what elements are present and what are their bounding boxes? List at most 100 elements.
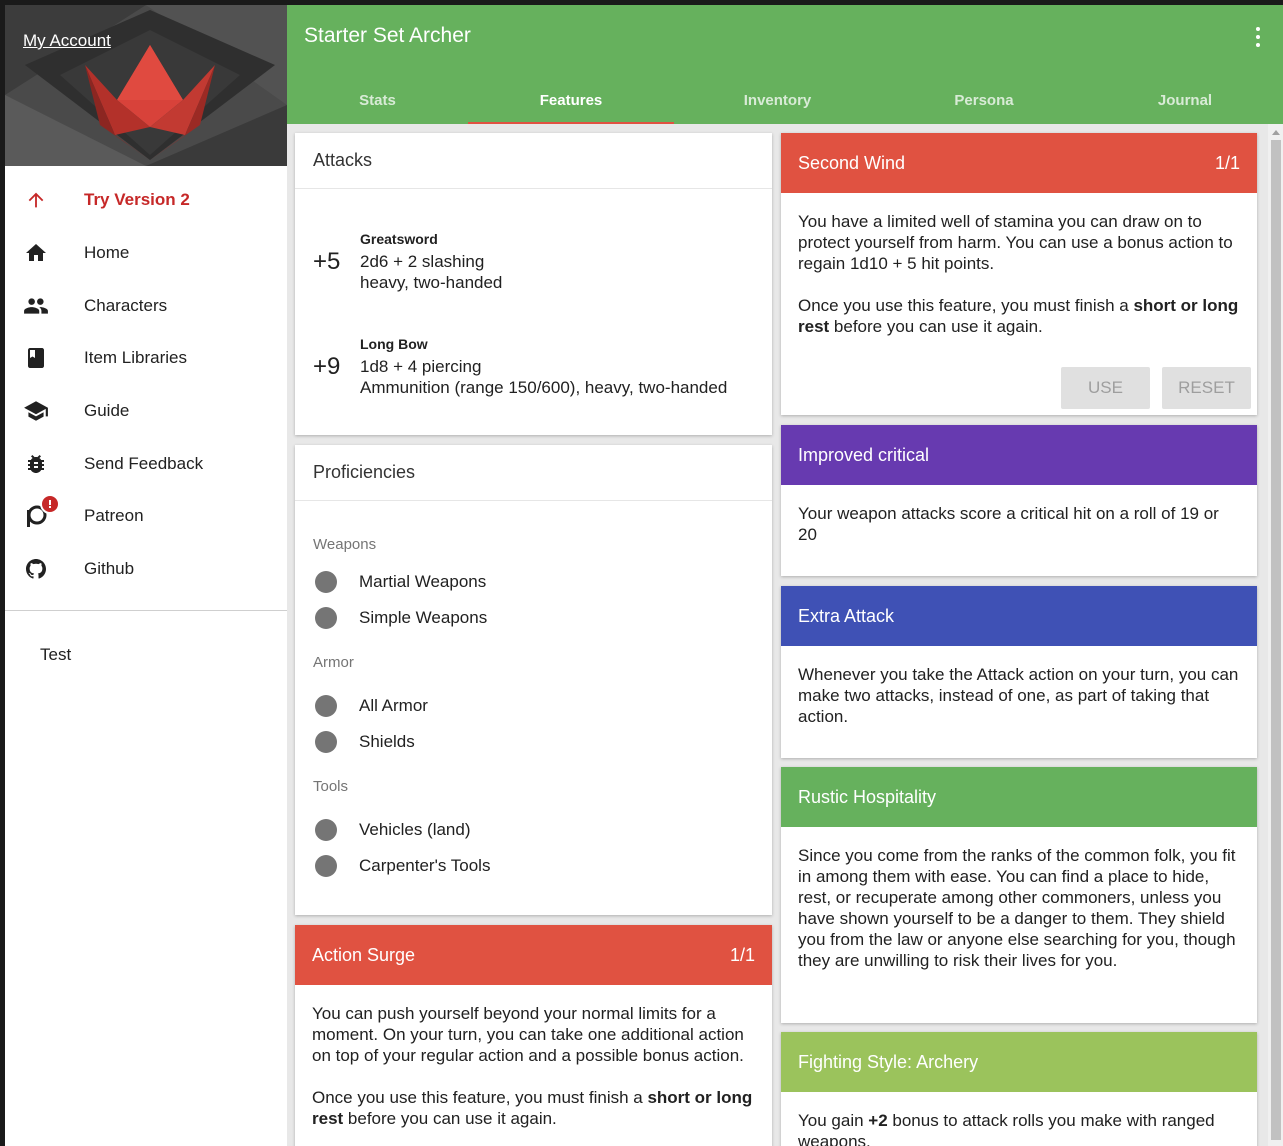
feature-uses: 1/1 (729, 944, 755, 965)
nav-item-github[interactable]: Github (5, 543, 287, 596)
scrollbar-thumb[interactable] (1271, 140, 1281, 1140)
prof-item: All Armor (295, 688, 772, 724)
my-account-link[interactable]: My Account (23, 31, 111, 51)
feature-body: Whenever you take the Attack action on y… (781, 646, 1257, 727)
feature-card-rustic-hospitality[interactable]: Rustic Hospitality Since you come from t… (781, 767, 1257, 1023)
tab-journal[interactable]: Journal (1087, 76, 1283, 124)
feature-title: Improved critical (798, 444, 930, 465)
feature-header: Improved critical (781, 425, 1257, 485)
feature-text: You can push yourself beyond your normal… (312, 1004, 744, 1065)
arrow-up-icon (22, 186, 50, 214)
prof-group-armor: Armor (313, 654, 354, 671)
attack-row-long-bow[interactable]: +9 Long Bow 1d8 + 4 piercing Ammunition … (295, 336, 727, 398)
nav-label: Github (84, 559, 135, 579)
sidebar-item-test[interactable]: Test (5, 611, 287, 665)
feature-uses: 1/1 (1214, 152, 1240, 173)
feature-card-action-surge[interactable]: Action Surge 1/1 You can push yourself b… (295, 925, 772, 1146)
feature-text-rest: Once you use this feature, you must fini… (798, 296, 1239, 336)
proficiency-dot-icon (315, 819, 337, 841)
feature-body: Since you come from the ranks of the com… (781, 827, 1257, 971)
feature-title: Fighting Style: Archery (798, 1051, 979, 1072)
notification-badge-icon (40, 494, 60, 515)
feature-title: Extra Attack (798, 605, 895, 626)
prof-group-tools: Tools (313, 778, 349, 795)
feature-text: Since you come from the ranks of the com… (798, 846, 1236, 970)
feature-actions: USE RESET (1061, 367, 1251, 409)
scrollbar[interactable] (1268, 124, 1283, 1146)
attack-row-greatsword[interactable]: +5 Greatsword 2d6 + 2 slashing heavy, tw… (295, 231, 502, 293)
feature-card-second-wind[interactable]: Second Wind 1/1 You have a limited well … (781, 133, 1257, 415)
attack-properties: heavy, two-handed (360, 273, 503, 292)
reset-button[interactable]: RESET (1162, 367, 1251, 409)
nav-item-guide[interactable]: Guide (5, 385, 287, 438)
use-button[interactable]: USE (1061, 367, 1150, 409)
nav-item-patreon[interactable]: Patreon (5, 490, 287, 543)
nav-label: Home (84, 243, 130, 263)
proficiencies-title: Proficiencies (295, 445, 772, 501)
prof-item: Martial Weapons (295, 564, 772, 600)
book-icon (22, 344, 50, 372)
nav-label: Try Version 2 (84, 190, 190, 210)
prof-item: Carpenter's Tools (295, 848, 772, 884)
nav-label: Send Feedback (84, 453, 204, 473)
prof-item: Shields (295, 724, 772, 760)
attacks-title: Attacks (295, 133, 772, 189)
nav-item-item-libraries[interactable]: Item Libraries (5, 332, 287, 385)
feature-text: You gain +2 bonus to attack rolls you ma… (798, 1111, 1215, 1146)
patreon-icon (22, 494, 60, 530)
feature-card-fighting-style[interactable]: Fighting Style: Archery You gain +2 bonu… (781, 1032, 1257, 1146)
nav-item-send-feedback[interactable]: Send Feedback (5, 437, 287, 490)
prof-item: Simple Weapons (295, 600, 772, 636)
prof-label: Vehicles (land) (359, 820, 471, 839)
attack-damage: 2d6 + 2 slashing (360, 252, 485, 271)
attack-name: Greatsword (360, 231, 438, 247)
home-icon (22, 239, 50, 267)
proficiency-dot-icon (315, 695, 337, 717)
nav-item-characters[interactable]: Characters (5, 279, 287, 332)
nav-item-try-version-2[interactable]: Try Version 2 (5, 174, 287, 227)
attack-name: Long Bow (360, 336, 428, 352)
tab-persona[interactable]: Persona (881, 76, 1087, 124)
prof-group-weapons: Weapons (313, 536, 377, 553)
attack-damage: 1d8 + 4 piercing (360, 357, 482, 376)
feature-text: Your weapon attacks score a critical hit… (798, 504, 1219, 544)
bug-icon (22, 450, 50, 478)
feature-body: Your weapon attacks score a critical hit… (781, 485, 1257, 545)
attack-bonus: +9 (313, 353, 341, 380)
proficiency-dot-icon (315, 731, 337, 753)
feature-title: Action Surge (312, 944, 416, 965)
app-bar: Starter Set Archer Stats Features Invent… (287, 5, 1283, 124)
sidebar-header: My Account (5, 5, 287, 166)
feature-text-rest: Once you use this feature, you must fini… (312, 1088, 753, 1128)
nav-label: Patreon (84, 506, 144, 526)
tab-inventory[interactable]: Inventory (674, 76, 881, 124)
main-panel: Starter Set Archer Stats Features Invent… (287, 5, 1283, 1146)
school-icon (22, 397, 50, 425)
tab-bar: Stats Features Inventory Persona Journal (287, 76, 1283, 124)
nav-label: Guide (84, 401, 130, 421)
feature-card-improved-critical[interactable]: Improved critical Your weapon attacks sc… (781, 425, 1257, 576)
feature-body: You gain +2 bonus to attack rolls you ma… (781, 1092, 1257, 1146)
nav-item-home[interactable]: Home (5, 227, 287, 280)
proficiency-dot-icon (315, 607, 337, 629)
nav-label: Item Libraries (84, 348, 187, 368)
proficiency-dot-icon (315, 855, 337, 877)
tab-features[interactable]: Features (468, 76, 674, 124)
page-title: Starter Set Archer (304, 24, 471, 47)
prof-label: Simple Weapons (359, 608, 488, 627)
feature-card-extra-attack[interactable]: Extra Attack Whenever you take the Attac… (781, 586, 1257, 758)
attacks-card: Attacks +5 Greatsword 2d6 + 2 slashing h… (295, 133, 772, 435)
prof-label: Carpenter's Tools (359, 856, 491, 875)
tab-stats[interactable]: Stats (287, 76, 468, 124)
proficiencies-card: Proficiencies Weapons Martial Weapons Si… (295, 445, 772, 915)
feature-title: Rustic Hospitality (798, 786, 937, 807)
prof-label: All Armor (359, 696, 428, 715)
prof-item: Vehicles (land) (295, 812, 772, 848)
more-vert-icon[interactable] (1255, 27, 1261, 47)
feature-body: You have a limited well of stamina you c… (781, 193, 1257, 337)
features-content: Attacks +5 Greatsword 2d6 + 2 slashing h… (287, 124, 1283, 1146)
feature-header: Second Wind 1/1 (781, 133, 1257, 193)
prof-label: Shields (359, 732, 415, 751)
scroll-up-arrow-icon[interactable] (1272, 130, 1280, 135)
nav-list: Try Version 2 Home Characters Item Libra… (5, 166, 287, 596)
